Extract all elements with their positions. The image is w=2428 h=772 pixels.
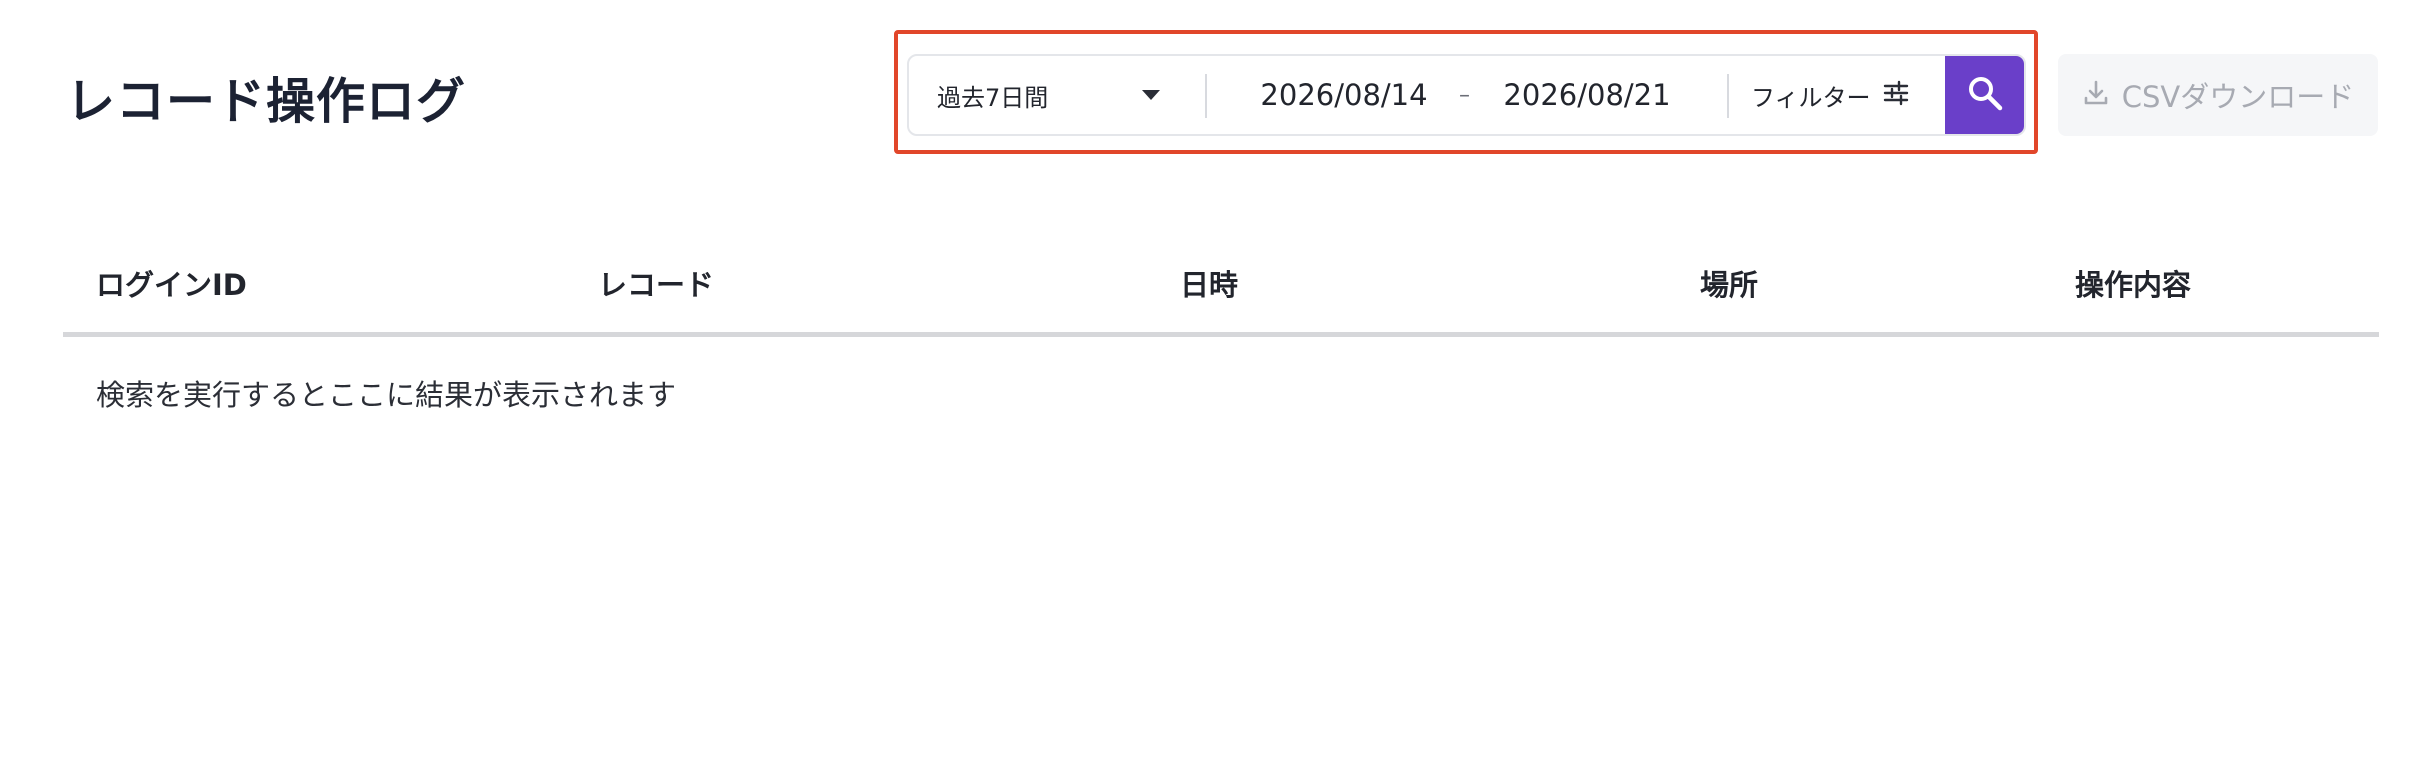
- column-header-location: 場所: [1700, 268, 1759, 302]
- period-select-label: 過去7日間: [937, 83, 1049, 112]
- download-icon: [2082, 79, 2110, 111]
- filter-button[interactable]: フィルター: [1727, 56, 1947, 134]
- date-to-input[interactable]: 2026/08/21: [1487, 56, 1687, 134]
- record-operation-log-page: レコード操作ログ 過去7日間 2026/08/14 – 2026/08/21 フ…: [0, 0, 2428, 772]
- sliders-icon: [1883, 80, 1909, 110]
- results-table: ログインID レコード 日時 場所 操作内容 検索を実行するとここに結果が表示さ…: [63, 230, 2379, 412]
- csv-download-label: CSVダウンロード: [2121, 80, 2355, 114]
- column-header-operation: 操作内容: [2075, 268, 2192, 302]
- search-icon: [1966, 74, 2004, 116]
- caret-down-icon: [1142, 90, 1160, 100]
- divider: [1205, 74, 1207, 118]
- column-header-login-id: ログインID: [96, 268, 247, 302]
- column-header-datetime: 日時: [1180, 268, 1239, 302]
- table-header: ログインID レコード 日時 場所 操作内容: [63, 230, 2379, 337]
- csv-download-button[interactable]: CSVダウンロード: [2058, 54, 2378, 136]
- date-from-input[interactable]: 2026/08/14: [1244, 56, 1444, 134]
- search-bar: 過去7日間 2026/08/14 – 2026/08/21 フィルター: [907, 54, 2026, 136]
- date-range-separator: –: [1459, 82, 1470, 108]
- empty-state-message: 検索を実行するとここに結果が表示されます: [96, 378, 677, 412]
- header-divider: [63, 332, 2379, 337]
- search-button[interactable]: [1945, 56, 2024, 134]
- page-title: レコード操作ログ: [66, 73, 467, 130]
- column-header-record: レコード: [598, 268, 715, 302]
- period-select[interactable]: 過去7日間: [909, 56, 1205, 134]
- filter-button-label: フィルター: [1751, 83, 1871, 112]
